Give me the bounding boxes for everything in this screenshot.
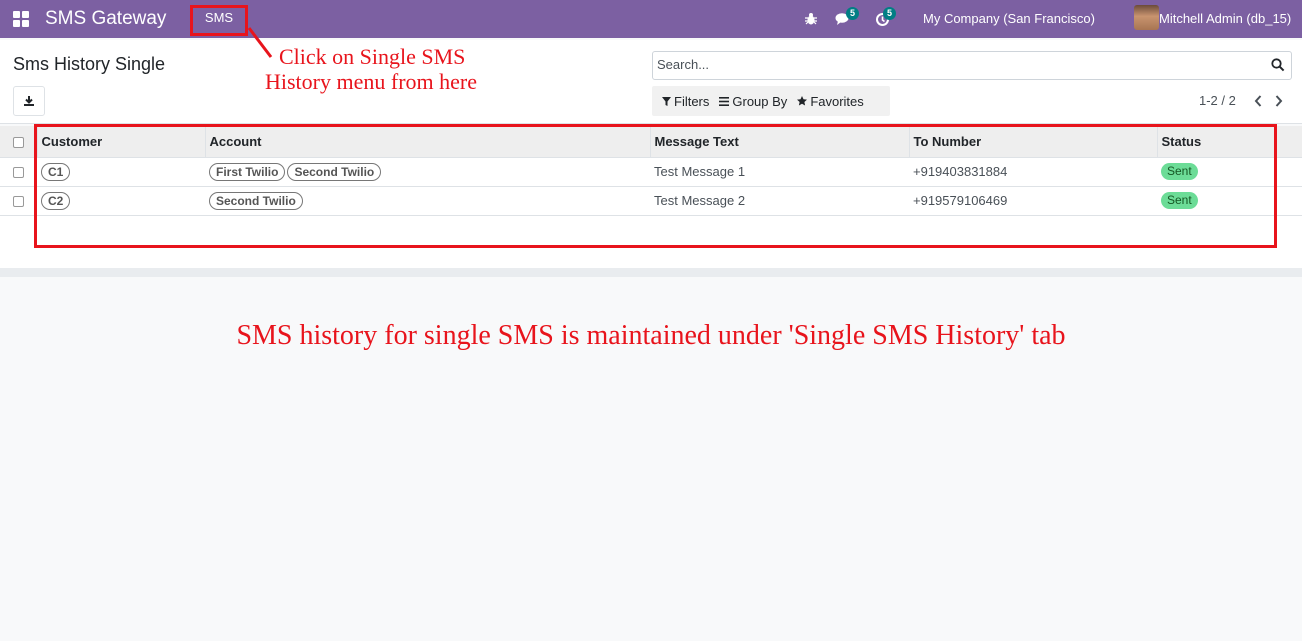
list-icon (719, 96, 730, 106)
chevron-left-icon[interactable] (1251, 93, 1265, 109)
sms-history-table: Customer Account Message Text To Number … (0, 126, 1302, 242)
account-tag: Second Twilio (209, 191, 303, 210)
account-tag: Second Twilio (287, 162, 382, 181)
search-options-bar: Filters Group By Favorites (652, 86, 890, 116)
chevron-right-icon[interactable] (1272, 93, 1286, 109)
customer-tag: C2 (41, 191, 71, 210)
download-icon (24, 96, 34, 106)
account-tag: First Twilio (209, 162, 286, 181)
table-header-row: Customer Account Message Text To Number … (0, 126, 1302, 157)
column-header-to-number[interactable]: To Number (908, 126, 1157, 157)
customer-tag: C1 (41, 162, 71, 181)
chat-badge: 5 (846, 7, 860, 20)
avatar[interactable] (1134, 5, 1159, 30)
message-text-cell: Test Message 1 (654, 164, 746, 179)
column-header-message-text[interactable]: Message Text (649, 126, 909, 157)
annotation-menu-hint-line2: History menu from here (265, 69, 477, 94)
favorites-label: Favorites (810, 93, 864, 109)
annotation-caption: SMS history for single SMS is maintained… (236, 320, 1066, 351)
download-button[interactable] (13, 86, 45, 116)
group-by-label: Group By (732, 93, 788, 109)
star-icon (797, 96, 808, 106)
filters-label: Filters (674, 93, 710, 109)
company-switcher[interactable]: My Company (San Francisco) (923, 11, 1095, 26)
row-checkbox[interactable] (13, 196, 24, 208)
status-badge: Sent (1161, 192, 1198, 209)
list-footer-divider (0, 268, 1302, 277)
activity-badge: 5 (883, 7, 897, 20)
column-header-status[interactable]: Status (1156, 126, 1302, 157)
search-icon[interactable] (1271, 58, 1285, 72)
row-checkbox[interactable] (13, 167, 24, 179)
annotation-pointer-line (247, 27, 273, 58)
bug-icon[interactable] (804, 0, 818, 38)
annotation-menu-hint-line1: Click on Single SMS (279, 44, 466, 69)
search-box (652, 51, 1292, 80)
table-row[interactable]: C2 Second Twilio Test Message 2 +9195791… (0, 186, 1302, 215)
filters-button[interactable]: Filters (652, 94, 709, 109)
to-number-cell: +919403831884 (913, 164, 1008, 179)
list-view: Customer Account Message Text To Number … (0, 126, 1302, 268)
column-header-account[interactable]: Account (204, 126, 650, 157)
favorites-button[interactable]: Favorites (787, 93, 864, 109)
message-text-cell: Test Message 2 (654, 193, 746, 208)
column-header-customer[interactable]: Customer (36, 126, 205, 157)
pager-value[interactable]: 1-2 / 2 (1199, 93, 1236, 108)
to-number-cell: +919579106469 (913, 193, 1008, 208)
user-menu[interactable]: Mitchell Admin (db_15) (1159, 11, 1291, 26)
table-row[interactable]: C1 First Twilio Second Twilio Test Messag… (0, 157, 1302, 186)
status-badge: Sent (1161, 163, 1198, 180)
search-input[interactable] (657, 57, 1257, 72)
filter-icon (662, 96, 671, 106)
select-all-checkbox[interactable] (13, 136, 24, 148)
annotation-menu-hint: Click on Single SMS History menu from he… (265, 44, 525, 94)
group-by-button[interactable]: Group By (709, 94, 787, 109)
empty-row (0, 215, 1302, 242)
